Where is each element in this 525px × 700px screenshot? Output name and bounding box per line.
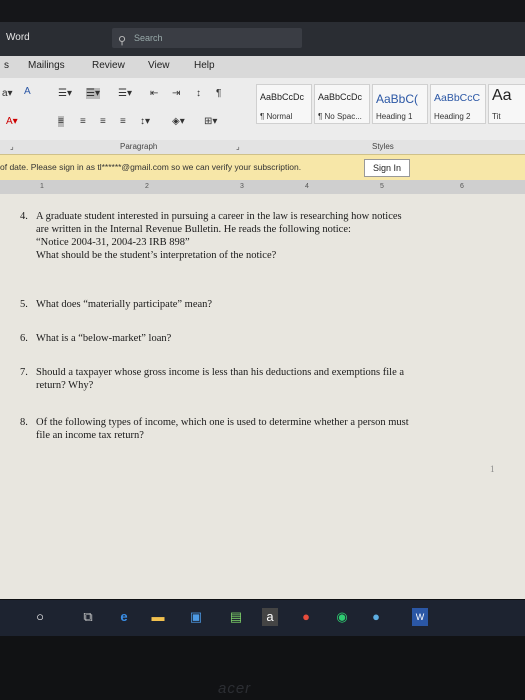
lightbulb-icon: ⚲ [118,35,127,47]
text-effects-icon[interactable]: A [24,86,31,97]
style-heading-1[interactable]: AaBbC( Heading 1 [372,84,428,124]
search-placeholder: Search [134,33,163,43]
style-sample: AaBbCcDc [318,92,363,102]
word-icon[interactable]: W [412,608,428,626]
style-name: ¶ No Spac... [318,112,362,121]
style-sample: AaBbCcC [434,92,481,104]
app-red-icon[interactable]: ● [298,608,314,626]
style-sample: AaBbCcDc [260,92,305,102]
style-heading-2[interactable]: AaBbCcC Heading 2 [430,84,486,124]
ruler-tick: 1 [40,183,44,190]
pilcrow-icon[interactable]: ¶ [216,88,221,99]
multilevel-list-icon[interactable]: ☰▾ [118,88,132,99]
ribbon: a▾ A ☰▾ ☰▾ ☰▾ ⇤ ⇥ ↕ ¶ A▾ ≡ ≡ ≡ ≡ ↕▾ ◈▾ ⊞… [0,78,525,148]
amazon-icon[interactable]: a [262,608,278,626]
task-view-icon[interactable]: ⧉ [80,608,96,626]
ruler-tick: 2 [145,183,149,190]
question-number: 5. [20,299,28,310]
style-name: Tit [492,112,501,121]
app-blue-icon[interactable]: ● [368,608,384,626]
question-number: 6. [20,333,28,344]
ruler-tick: 5 [380,183,384,190]
file-explorer-icon[interactable]: ▬ [150,608,166,626]
numbering-icon[interactable]: ☰▾ [86,88,100,99]
ribbon-group-labels: ⌟ Paragraph ⌟ Styles [0,140,525,154]
bullets-icon[interactable]: ☰▾ [58,88,72,99]
question-line: A graduate student interested in pursuin… [36,211,402,222]
tab-mailings[interactable]: Mailings [28,60,65,71]
dialog-launcher-icon[interactable]: ⌟ [10,142,14,151]
subscription-message-bar: of date. Please sign in as tl******@gmai… [0,154,525,182]
line-spacing-icon[interactable]: ↕▾ [140,116,150,127]
question-line: What is a “below-market” loan? [36,333,172,344]
font-color-dropdown-icon[interactable]: a▾ [2,88,13,99]
tab-cut[interactable]: s [4,60,9,71]
edge-icon[interactable]: e [116,608,132,626]
taskbar: ○ ⧉ e ▬ ▣ ▤ a ● ◉ ● W [0,600,525,636]
app-title: Word [6,32,30,43]
question-line: What should be the student’s interpretat… [36,250,277,261]
increase-indent-icon[interactable]: ⇥ [172,88,180,99]
style-no-spacing[interactable]: AaBbCcDc ¶ No Spac... [314,84,370,124]
message-text: of date. Please sign in as tl******@gmai… [0,162,302,172]
store-icon[interactable]: ▣ [188,608,204,626]
question-line: Of the following types of income, which … [36,417,409,428]
style-name: Heading 2 [434,112,471,121]
chrome-icon[interactable]: ◉ [334,608,350,626]
style-name: ¶ Normal [260,112,293,121]
horizontal-ruler[interactable]: 1 2 3 4 5 6 [0,180,525,194]
borders-icon[interactable]: ⊞▾ [204,116,217,127]
group-styles: Styles [372,142,394,151]
shading-icon[interactable]: ◈▾ [172,116,185,127]
tab-view[interactable]: View [148,60,170,71]
paragraph-launcher-icon[interactable]: ⌟ [236,142,240,151]
monitor-bezel-bottom: acer [0,636,525,700]
search-box[interactable]: ⚲ Search [112,28,302,48]
style-sample: AaBbC( [376,92,419,106]
brand-logo: acer [218,680,252,697]
align-left-icon[interactable]: ≡ [58,116,64,127]
question-line: return? Why? [36,380,94,391]
app-icon[interactable]: ▤ [228,608,244,626]
justify-icon[interactable]: ≡ [120,116,126,127]
question-line: file an income tax return? [36,430,144,441]
document-page[interactable]: 4. A graduate student interested in purs… [0,194,525,599]
ruler-tick: 4 [305,183,309,190]
decrease-indent-icon[interactable]: ⇤ [150,88,158,99]
ribbon-tabs: s Mailings Review View Help [0,56,525,78]
group-paragraph: Paragraph [120,142,158,151]
cortana-icon[interactable]: ○ [32,608,48,626]
font-color-icon[interactable]: A▾ [6,116,18,127]
align-right-icon[interactable]: ≡ [100,116,106,127]
monitor-bezel-top [0,0,525,22]
style-title[interactable]: Aa Tit [488,84,525,124]
sign-in-button[interactable]: Sign In [364,159,410,177]
question-line: are written in the Internal Revenue Bull… [36,224,351,235]
ruler-tick: 6 [460,183,464,190]
question-number: 7. [20,367,28,378]
question-line: “Notice 2004-31, 2004-23 IRB 898” [36,237,190,248]
tab-help[interactable]: Help [194,60,215,71]
tab-review[interactable]: Review [92,60,125,71]
title-bar: Word ⚲ Search [0,22,525,56]
page-number: 1 [490,464,495,474]
question-line: Should a taxpayer whose gross income is … [36,367,405,378]
sort-icon[interactable]: ↕ [196,88,201,99]
style-sample: Aa [492,87,512,104]
question-line: What does “materially participate” mean? [36,299,213,310]
question-number: 8. [20,417,28,428]
ruler-tick: 3 [240,183,244,190]
align-center-icon[interactable]: ≡ [80,116,86,127]
style-normal[interactable]: AaBbCcDc ¶ Normal [256,84,312,124]
style-name: Heading 1 [376,112,413,121]
question-number: 4. [20,211,28,222]
